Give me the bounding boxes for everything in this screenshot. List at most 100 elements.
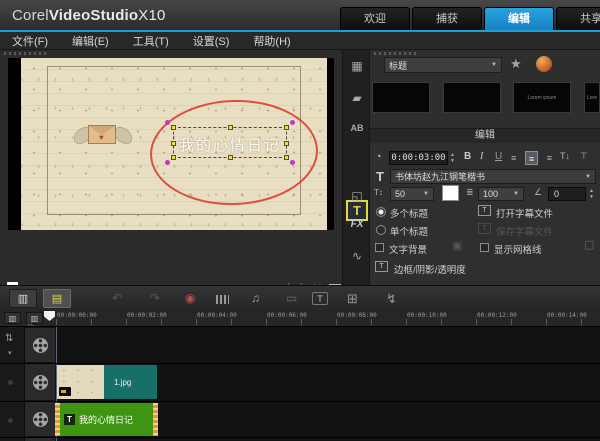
rotate-handle[interactable]: [165, 120, 170, 125]
underline-button[interactable]: U: [495, 152, 502, 162]
gallery-category-dropdown[interactable]: 标题 ▼: [384, 57, 502, 73]
redo-icon[interactable]: ↷: [150, 292, 160, 304]
title-track-header[interactable]: [25, 402, 55, 436]
menu-file[interactable]: 文件(F): [12, 33, 48, 49]
font-size-dropdown[interactable]: 50 ▼: [390, 187, 434, 201]
instant-project-icon[interactable]: ▰: [343, 92, 371, 104]
clip-1jpg[interactable]: 1.jpg: [104, 365, 157, 399]
undo-icon[interactable]: ↶: [112, 292, 122, 304]
resize-handle[interactable]: [284, 155, 289, 160]
show-grid-checkbox[interactable]: [480, 243, 489, 252]
italic-button[interactable]: I: [480, 152, 483, 162]
title-badge-icon: T: [64, 414, 75, 425]
menu-settings[interactable]: 设置(S): [193, 33, 230, 49]
title-overlay-text[interactable]: 我的心情日记: [174, 134, 286, 155]
timeline-scrub-handle[interactable]: [44, 311, 55, 321]
rotate-handle[interactable]: [290, 120, 295, 125]
resize-handle[interactable]: [284, 125, 289, 130]
trim-handle-right[interactable]: [153, 403, 158, 436]
angle-spinner[interactable]: ▲▼: [589, 187, 594, 201]
vertical-text-button[interactable]: T↓: [560, 152, 570, 161]
align-left-button[interactable]: ≡: [511, 151, 524, 165]
resize-handle[interactable]: [171, 155, 176, 160]
title-template-thumb[interactable]: [372, 82, 430, 113]
tab-edit[interactable]: 编辑: [484, 7, 554, 30]
storyboard-view-button[interactable]: ▥: [9, 289, 37, 308]
single-title-radio[interactable]: [376, 225, 386, 235]
multicam-icon[interactable]: ⊞: [347, 292, 358, 305]
film-reel-icon: [33, 338, 48, 353]
gallery-filter-ball-icon[interactable]: [536, 56, 552, 72]
text-backdrop-checkbox[interactable]: [375, 243, 384, 252]
record-capture-icon[interactable]: ◉: [185, 292, 195, 304]
align-center-button[interactable]: ≡: [525, 151, 538, 165]
duration-spinner[interactable]: ▲▼: [450, 151, 455, 165]
resize-handle[interactable]: [171, 125, 176, 130]
menu-tools[interactable]: 工具(T): [133, 33, 169, 49]
track-gutter: ⇅ ▾: [0, 326, 25, 441]
transition-icon[interactable]: AB: [343, 124, 371, 133]
title-clip-selected[interactable]: T 我的心情日记: [55, 403, 158, 436]
title-selection-box[interactable]: 我的心情日记: [173, 127, 287, 158]
tab-share[interactable]: 共享: [556, 7, 600, 30]
font-color-swatch[interactable]: [442, 185, 459, 201]
subtitle-editor-icon[interactable]: T: [312, 292, 328, 305]
media-icon[interactable]: ▦: [343, 60, 371, 72]
panel-grip[interactable]: [4, 52, 46, 55]
motion-tracking-icon[interactable]: ↯: [386, 292, 397, 305]
bold-button[interactable]: B: [464, 152, 471, 162]
ruler-label: 00:00:14:00: [547, 312, 587, 319]
video-track-header[interactable]: [25, 328, 55, 362]
menu-edit[interactable]: 编辑(E): [72, 33, 109, 49]
font-family-dropdown[interactable]: 书体坊赵九江钢笔楷书 ▼: [390, 169, 596, 184]
menu-help[interactable]: 帮助(H): [253, 33, 290, 49]
resize-handle[interactable]: [228, 155, 233, 160]
border-shadow-icon[interactable]: T: [375, 261, 388, 272]
align-right-button[interactable]: ≡: [539, 151, 552, 165]
title-options: ◔ 0:00:03:00 ▲▼ B I U ≡ ≡ ≡ T↓ ⊤ T 书体坊赵九…: [370, 143, 600, 285]
grid-settings-icon[interactable]: ▢: [584, 240, 594, 251]
font-t-icon: T: [376, 170, 384, 183]
track-manager-icon[interactable]: ▥: [4, 312, 21, 324]
title-template-thumb[interactable]: [443, 82, 501, 113]
overlay-graphic-icon[interactable]: ◱: [343, 190, 371, 202]
sound-mixer-icon[interactable]: [216, 295, 229, 304]
track-lock-icon[interactable]: [8, 380, 13, 385]
text-direction-button[interactable]: ⊤: [580, 152, 588, 161]
tab-capture[interactable]: 捕获: [412, 7, 482, 30]
line-spacing-dropdown[interactable]: 100 ▼: [478, 187, 524, 201]
rotate-handle[interactable]: [290, 160, 295, 165]
motion-path-icon[interactable]: ∿: [343, 250, 371, 262]
chevron-down-icon: ▼: [491, 62, 497, 68]
rotate-handle[interactable]: [165, 160, 170, 165]
trim-handle-left[interactable]: [55, 403, 60, 436]
timeline-view-button[interactable]: ▤: [43, 289, 71, 308]
resize-handle[interactable]: [284, 141, 289, 146]
duration-field[interactable]: 0:00:03:00: [389, 151, 448, 165]
title-template-thumb[interactable]: Lore: [584, 82, 600, 113]
heart-icon: ♥: [99, 134, 104, 142]
options-panel-tab[interactable]: 编辑: [370, 128, 600, 144]
title-template-thumb[interactable]: Lorem ipsum: [513, 82, 571, 113]
angle-field[interactable]: 0: [548, 187, 586, 201]
track-lock-icon[interactable]: [8, 418, 13, 423]
overlay-track-header[interactable]: [25, 364, 55, 400]
ripple-edit-caret-icon[interactable]: ▾: [8, 350, 12, 357]
resize-handle[interactable]: [228, 125, 233, 130]
clip-1jpg-thumbnail[interactable]: [57, 365, 104, 399]
filter-fx-icon[interactable]: FX: [343, 220, 371, 230]
painting-creator-icon[interactable]: ▭: [286, 292, 297, 304]
swap-tracks-icon[interactable]: ⇅: [5, 334, 13, 344]
panel-grip[interactable]: [374, 52, 416, 55]
title-tool-button[interactable]: T: [346, 200, 368, 221]
open-subtitle-label[interactable]: 打开字幕文件: [496, 206, 553, 220]
resize-handle[interactable]: [171, 141, 176, 146]
add-favorite-star-icon[interactable]: ★: [510, 57, 522, 70]
timeline-ruler[interactable]: ▥ ▥ 00:00:00:00 00:00:02:00 00:00:04:00 …: [0, 310, 600, 327]
open-subtitle-icon[interactable]: T: [478, 205, 491, 216]
auto-music-icon[interactable]: ♫: [251, 292, 260, 304]
border-shadow-label[interactable]: 边框/阴影/透明度: [394, 262, 466, 276]
multiple-titles-radio[interactable]: [376, 207, 386, 217]
ruler-label: 00:00:12:00: [477, 312, 517, 319]
tab-welcome[interactable]: 欢迎: [340, 7, 410, 30]
